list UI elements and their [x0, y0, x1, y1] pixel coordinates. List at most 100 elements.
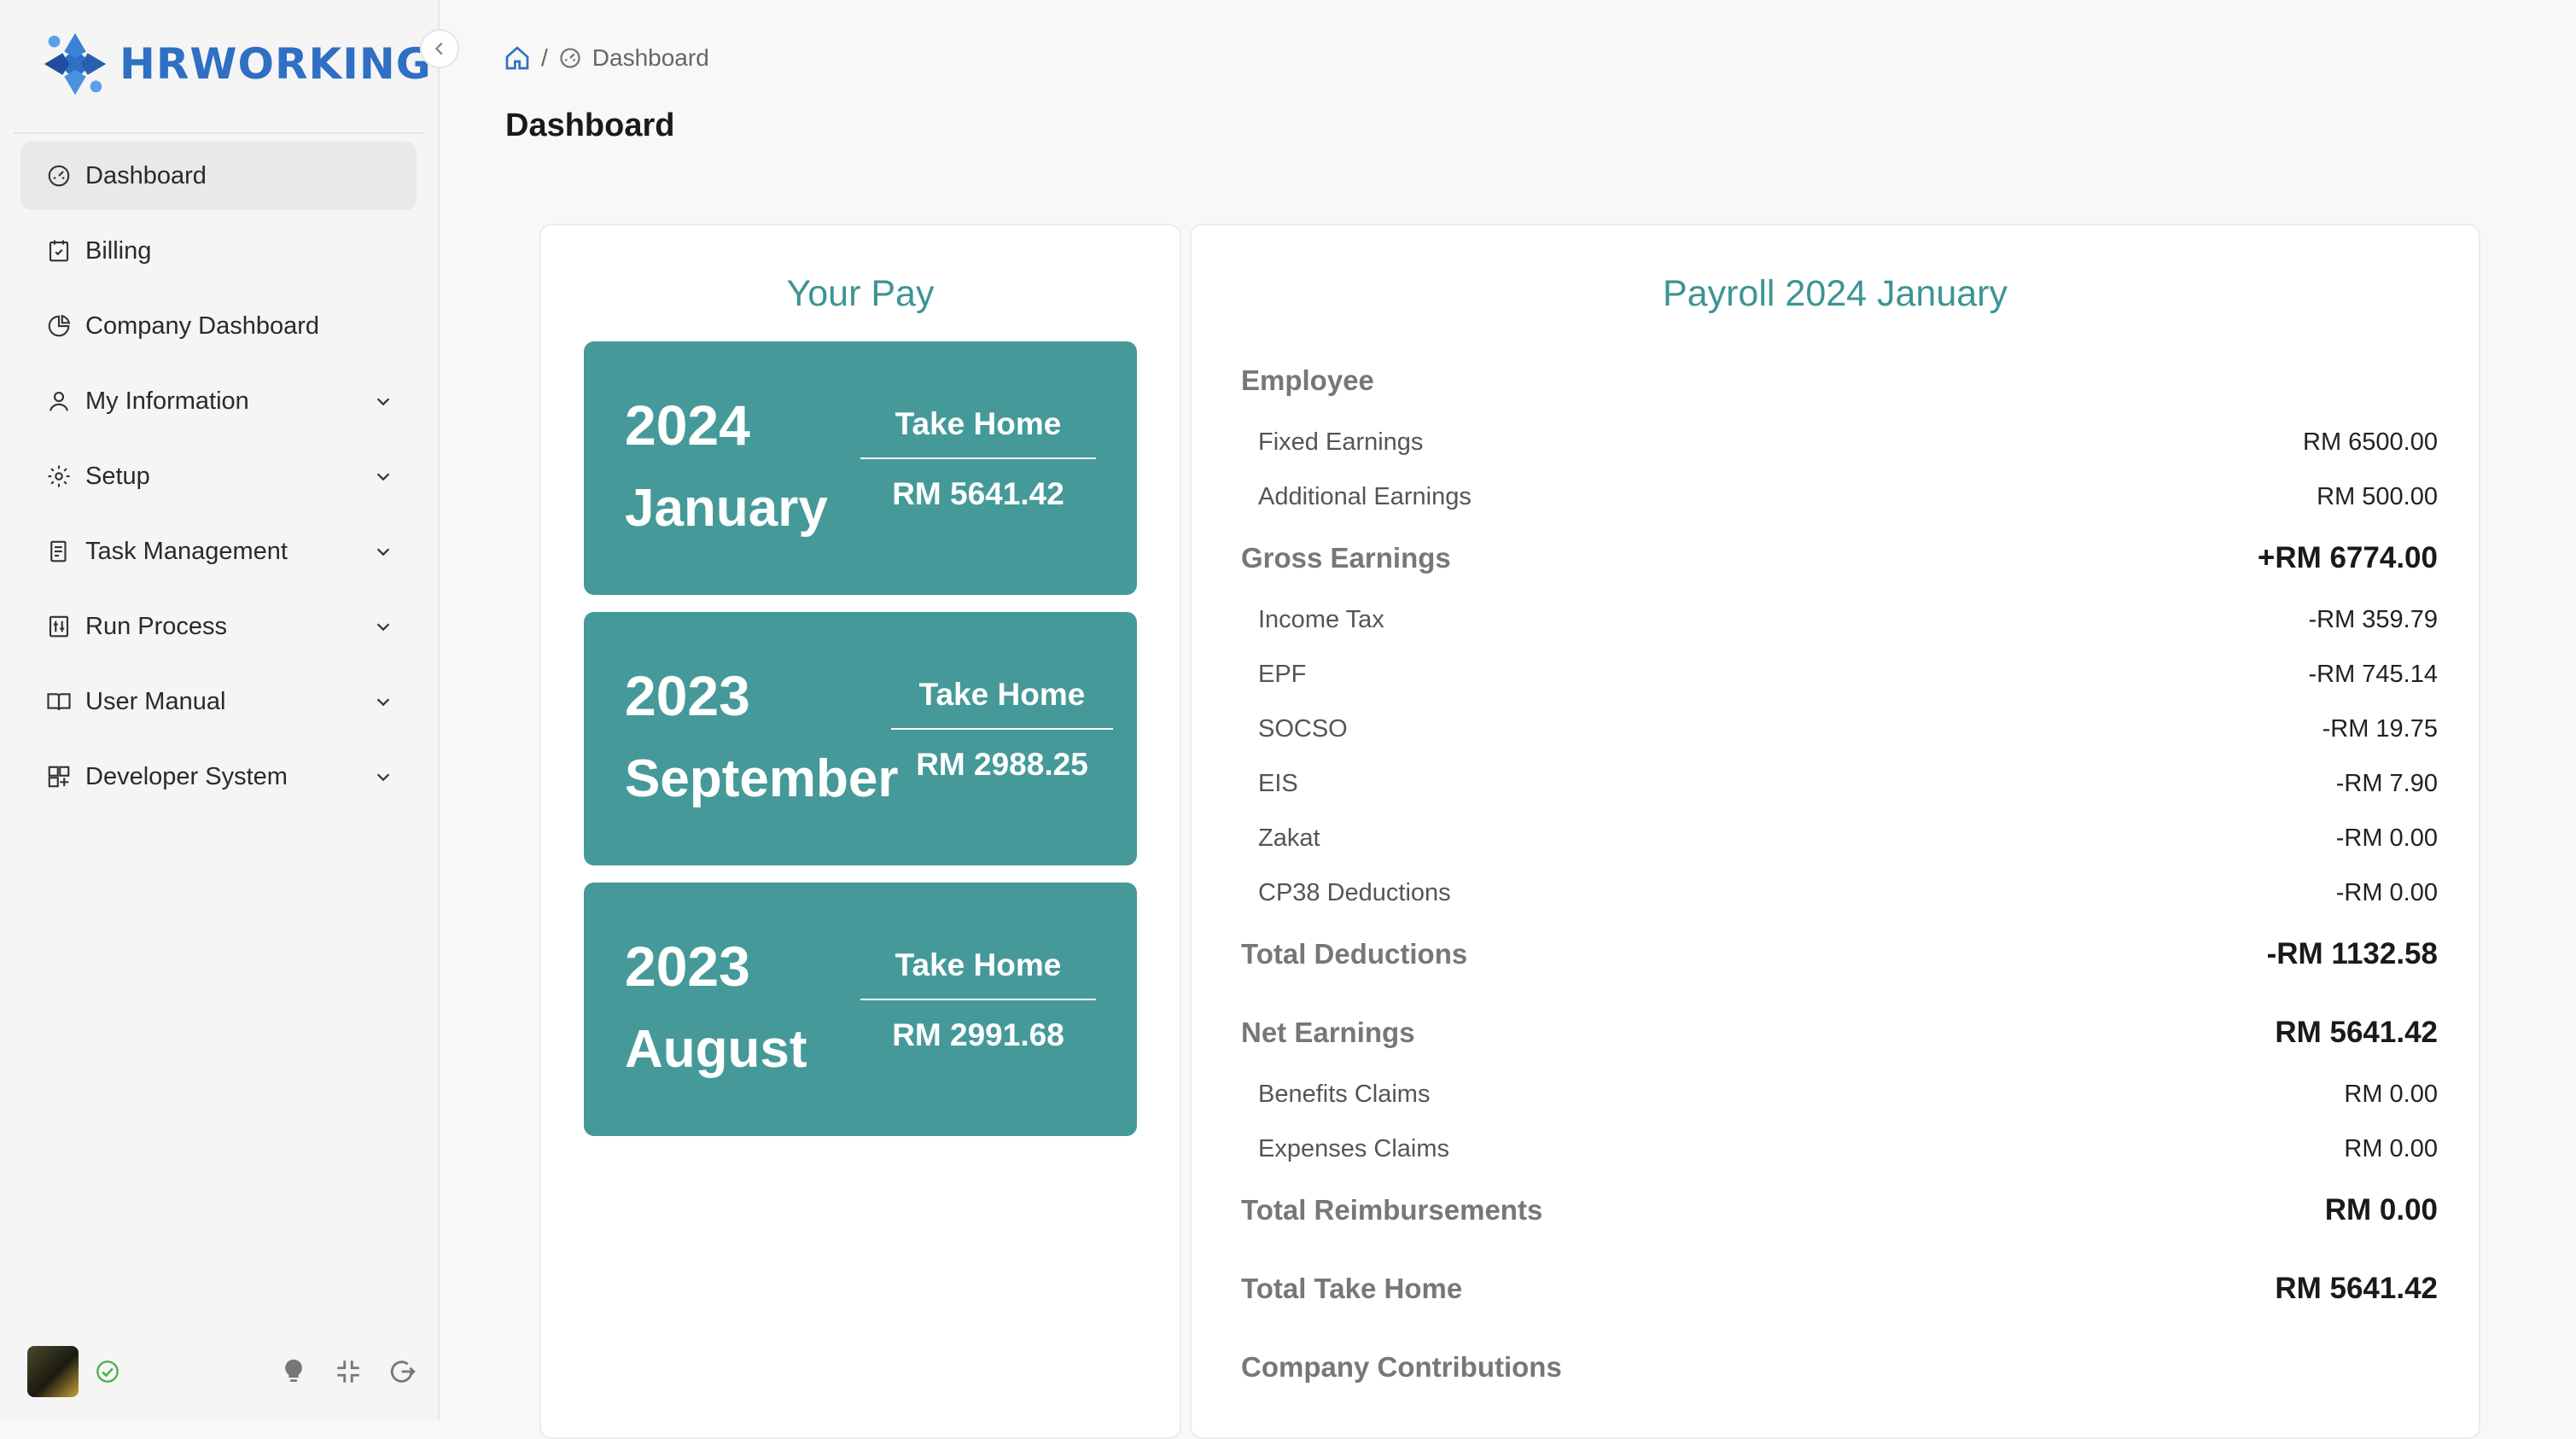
pay-tile[interactable]: 2023 September Take Home RM 2988.25 — [584, 612, 1137, 865]
payroll-label: Expenses Claims — [1258, 1134, 1450, 1162]
take-home-amount: RM 2991.68 — [892, 1017, 1064, 1052]
payroll-card: Payroll 2024 January Employee Fixed Earni… — [1190, 224, 2480, 1439]
sidebar-item-my-information[interactable]: My Information — [20, 367, 417, 435]
pay-tile[interactable]: 2023 August Take Home RM 2991.68 — [584, 883, 1137, 1136]
payroll-row-total-deductions: Total Deductions -RM 1132.58 — [1241, 920, 2438, 988]
payroll-label: Total Take Home — [1241, 1273, 1463, 1304]
payroll-value: -RM 19.75 — [2322, 714, 2438, 743]
sidebar-item-label: Billing — [85, 236, 152, 265]
sidebar: HRWORKING Dashboard Billing Company Dashbo… — [0, 0, 440, 1420]
payroll-label: Employee — [1241, 364, 1374, 396]
payroll-label: Total Deductions — [1241, 938, 1468, 970]
take-home-label: Take Home — [860, 406, 1096, 459]
breadcrumb-current[interactable]: Dashboard — [592, 44, 709, 72]
payroll-row-zakat: Zakat -RM 0.00 — [1241, 811, 2438, 865]
payroll-row-net-earnings: Net Earnings RM 5641.42 — [1241, 999, 2438, 1067]
payroll-value: RM 5641.42 — [2275, 1272, 2438, 1305]
pay-year: 2023 — [625, 935, 750, 998]
payroll-label: Income Tax — [1258, 605, 1384, 633]
collapse-screen-icon[interactable] — [334, 1357, 363, 1386]
payroll-row-employee: Employee — [1241, 347, 2438, 415]
chevron-down-icon[interactable] — [374, 767, 393, 786]
chevron-down-icon[interactable] — [374, 467, 393, 486]
sidebar-item-billing[interactable]: Billing — [20, 217, 417, 285]
payroll-label: EIS — [1258, 769, 1298, 797]
payroll-label: Fixed Earnings — [1258, 428, 1424, 456]
payroll-label: Net Earnings — [1241, 1017, 1415, 1048]
dashboard-icon — [46, 163, 72, 189]
payroll-row-total-take-home: Total Take Home RM 5641.42 — [1241, 1255, 2438, 1323]
payroll-label: Gross Earnings — [1241, 542, 1451, 574]
take-home-amount: RM 5641.42 — [892, 476, 1064, 511]
pay-year: 2023 — [625, 664, 750, 727]
row-spacer — [1241, 988, 2438, 999]
home-icon[interactable] — [504, 44, 531, 72]
brand-logo[interactable]: HRWORKING — [38, 26, 432, 102]
payroll-value: RM 500.00 — [2317, 482, 2438, 510]
payroll-row-benefits-claims: Benefits Claims RM 0.00 — [1241, 1067, 2438, 1121]
chevron-down-icon[interactable] — [374, 692, 393, 711]
payroll-title: Payroll 2024 January — [1663, 273, 2008, 314]
payroll-value: RM 0.00 — [2324, 1193, 2438, 1226]
brand-name: HRWORKING — [119, 39, 432, 89]
sidebar-nav: Dashboard Billing Company Dashboard My Info… — [20, 142, 417, 818]
pay-month: September — [625, 749, 899, 808]
payroll-row-fixed-earnings: Fixed Earnings RM 6500.00 — [1241, 415, 2438, 469]
sidebar-item-label: Task Management — [85, 537, 288, 565]
avatar[interactable] — [27, 1346, 79, 1397]
row-spacer — [1241, 1323, 2438, 1333]
breadcrumb-separator: / — [541, 44, 548, 71]
logout-icon[interactable] — [388, 1357, 417, 1386]
sidebar-item-label: Dashboard — [85, 161, 207, 189]
logo-icon — [44, 32, 107, 96]
pie-chart-icon — [46, 313, 72, 339]
payroll-label: Benefits Claims — [1258, 1080, 1431, 1108]
lightbulb-icon[interactable] — [279, 1357, 308, 1386]
payroll-value: RM 6500.00 — [2303, 428, 2438, 456]
payroll-value: -RM 7.90 — [2335, 769, 2438, 797]
sidebar-item-run-process[interactable]: Run Process — [20, 592, 417, 661]
pay-month: January — [625, 479, 828, 538]
developer-icon — [46, 764, 72, 789]
sidebar-item-setup[interactable]: Setup — [20, 442, 417, 510]
sidebar-item-developer-system[interactable]: Developer System — [20, 743, 417, 811]
sidebar-item-company-dashboard[interactable]: Company Dashboard — [20, 292, 417, 360]
breadcrumb: / Dashboard — [504, 44, 709, 72]
payroll-value: RM 0.00 — [2344, 1080, 2438, 1108]
chevron-down-icon[interactable] — [374, 617, 393, 636]
gear-icon — [46, 463, 72, 489]
payroll-label: Total Reimbursements — [1241, 1194, 1543, 1226]
pay-tile[interactable]: 2024 January Take Home RM 5641.42 — [584, 341, 1137, 595]
book-icon — [46, 689, 72, 714]
your-pay-card: Your Pay 2024 January Take Home RM 5641.42 2… — [539, 224, 1181, 1439]
process-icon — [46, 614, 72, 639]
billing-icon — [46, 238, 72, 264]
payroll-row-income-tax: Income Tax -RM 359.79 — [1241, 592, 2438, 647]
payroll-row-total-reimbursements: Total Reimbursements RM 0.00 — [1241, 1176, 2438, 1244]
sidebar-item-dashboard[interactable]: Dashboard — [20, 142, 417, 210]
chevron-left-icon — [434, 42, 443, 55]
sidebar-item-label: User Manual — [85, 687, 226, 715]
sidebar-footer — [27, 1343, 417, 1400]
payroll-row-additional-earnings: Additional Earnings RM 500.00 — [1241, 469, 2438, 524]
take-home-label: Take Home — [860, 947, 1096, 1000]
collapse-sidebar-button[interactable] — [420, 29, 459, 68]
online-status-icon — [96, 1360, 119, 1383]
payroll-value: -RM 359.79 — [2308, 605, 2438, 633]
payroll-row-company-contributions: Company Contributions — [1241, 1333, 2438, 1401]
payroll-row-eis: EIS -RM 7.90 — [1241, 756, 2438, 811]
take-home-label: Take Home — [891, 677, 1113, 730]
task-icon — [46, 539, 72, 564]
sidebar-item-label: Company Dashboard — [85, 312, 320, 340]
take-home-amount: RM 2988.25 — [916, 747, 1088, 782]
dashboard-icon — [560, 48, 580, 68]
payroll-row-socso: SOCSO -RM 19.75 — [1241, 702, 2438, 756]
chevron-down-icon[interactable] — [374, 542, 393, 561]
payroll-label: CP38 Deductions — [1258, 878, 1451, 906]
sidebar-item-user-manual[interactable]: User Manual — [20, 667, 417, 736]
sidebar-item-task-management[interactable]: Task Management — [20, 517, 417, 586]
sidebar-item-label: Run Process — [85, 612, 228, 640]
chevron-down-icon[interactable] — [374, 392, 393, 411]
payroll-value: -RM 745.14 — [2308, 660, 2438, 688]
payroll-label: EPF — [1258, 660, 1307, 688]
